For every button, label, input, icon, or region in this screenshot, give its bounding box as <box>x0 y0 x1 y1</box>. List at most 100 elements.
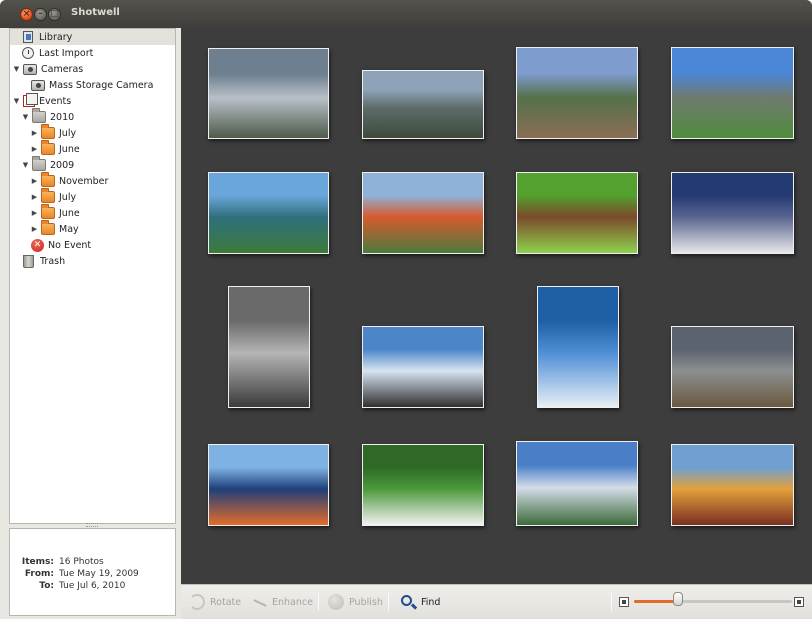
rotate-icon <box>189 594 205 610</box>
sidebar-item-library[interactable]: Library <box>10 29 175 45</box>
pane-resize-handle[interactable] <box>86 523 98 527</box>
find-label: Find <box>421 596 441 608</box>
expand-arrow-icon[interactable]: ▼ <box>12 97 21 105</box>
photo-thumbnail[interactable] <box>362 70 484 139</box>
photo-grid[interactable] <box>181 28 812 584</box>
folder-icon <box>41 220 55 235</box>
photo-thumbnail[interactable] <box>671 326 794 408</box>
library-icon <box>23 31 33 43</box>
info-from-key: From: <box>24 569 54 579</box>
expand-arrow-icon[interactable]: ▶ <box>30 129 39 137</box>
sidebar-item-label: No Event <box>48 239 92 251</box>
close-window-button[interactable]: × <box>20 8 33 21</box>
enhance-wand-icon <box>251 594 267 610</box>
folder-icon <box>41 172 55 187</box>
sidebar-item-2009[interactable]: ▼ 2009 <box>10 156 75 173</box>
sidebar-item-2010-june[interactable]: ▶ June <box>10 140 80 157</box>
photo-thumbnail[interactable] <box>208 172 329 254</box>
folder-icon <box>41 140 55 155</box>
info-to-value: Tue Jul 6, 2010 <box>59 581 126 591</box>
sidebar-item-label: June <box>59 143 80 155</box>
photo-thumbnail[interactable] <box>537 286 619 408</box>
sidebar-item-trash[interactable]: Trash <box>10 253 65 269</box>
expand-arrow-icon[interactable]: ▶ <box>30 145 39 153</box>
minimize-window-button[interactable]: – <box>34 8 47 21</box>
sidebar-item-label: 2009 <box>50 159 75 171</box>
photo-thumbnail[interactable] <box>516 172 638 254</box>
info-items-row: Items: 16 Photos <box>10 557 177 569</box>
sidebar-item-cameras[interactable]: ▼ Cameras <box>10 61 83 77</box>
publish-button[interactable]: Publish <box>328 592 383 612</box>
photo-thumbnail[interactable] <box>362 172 484 254</box>
photo-thumbnail[interactable] <box>362 326 484 408</box>
clock-icon <box>22 47 34 59</box>
photo-thumbnail[interactable] <box>671 47 794 139</box>
folder-icon <box>41 204 55 219</box>
expand-arrow-icon[interactable]: ▶ <box>30 209 39 217</box>
sidebar-item-label: May <box>59 223 79 235</box>
sidebar-item-no-event[interactable]: ✕ No Event <box>10 237 91 253</box>
publish-label: Publish <box>349 596 383 608</box>
folder-icon <box>32 108 46 123</box>
toolbar-separator <box>388 593 389 611</box>
sidebar-item-label: Library <box>39 31 73 43</box>
expand-arrow-icon[interactable]: ▶ <box>30 225 39 233</box>
rotate-label: Rotate <box>210 596 242 608</box>
photo-thumbnail[interactable] <box>208 444 329 526</box>
zoom-out-icon[interactable] <box>619 597 629 607</box>
expand-arrow-icon[interactable]: ▼ <box>21 113 30 121</box>
info-pane: Items: 16 Photos From: Tue May 19, 2009 … <box>9 528 176 616</box>
shotwell-window: × – □ Shotwell Library Last Import ▼ Cam… <box>0 0 812 619</box>
maximize-window-button[interactable]: □ <box>48 8 61 21</box>
expand-arrow-icon[interactable]: ▶ <box>30 193 39 201</box>
sidebar-item-last-import[interactable]: Last Import <box>10 45 93 61</box>
no-event-icon: ✕ <box>31 238 44 252</box>
search-icon <box>401 595 412 606</box>
camera-icon <box>31 79 45 91</box>
enhance-label: Enhance <box>272 596 313 608</box>
sidebar-item-events[interactable]: ▼ Events <box>10 93 71 109</box>
photo-thumbnail[interactable] <box>516 441 638 526</box>
expand-arrow-icon[interactable]: ▼ <box>12 65 21 73</box>
zoom-slider-knob[interactable] <box>673 592 683 606</box>
sidebar-item-2009-november[interactable]: ▶ November <box>10 172 108 189</box>
sidebar-item-label: Events <box>39 95 72 107</box>
sidebar-item-label: June <box>59 207 80 219</box>
info-items-key: Items: <box>21 557 54 567</box>
info-items-value: 16 Photos <box>59 557 104 567</box>
sidebar-item-label: July <box>59 127 77 139</box>
sidebar-item-mass-storage-camera[interactable]: Mass Storage Camera <box>10 77 153 93</box>
expand-arrow-icon[interactable]: ▼ <box>21 161 30 169</box>
folder-icon <box>41 188 55 203</box>
photo-thumbnail[interactable] <box>671 172 794 254</box>
sidebar-item-label: Cameras <box>41 63 84 75</box>
sidebar: Library Last Import ▼ Cameras Mass Stora… <box>9 28 176 524</box>
photo-thumbnail[interactable] <box>208 48 329 139</box>
find-button[interactable]: Find <box>401 592 440 612</box>
folder-icon <box>32 156 46 171</box>
photo-thumbnail[interactable] <box>671 444 794 526</box>
publish-globe-icon <box>328 594 344 610</box>
expand-arrow-icon[interactable]: ▶ <box>30 177 39 185</box>
info-from-value: Tue May 19, 2009 <box>59 569 139 579</box>
sidebar-item-label: July <box>59 191 77 203</box>
photo-thumbnail[interactable] <box>516 47 638 139</box>
photo-thumbnail[interactable] <box>362 444 484 526</box>
sidebar-item-2009-june[interactable]: ▶ June <box>10 204 80 221</box>
sidebar-item-label: Mass Storage Camera <box>49 79 154 91</box>
zoom-in-icon[interactable] <box>794 597 804 607</box>
zoom-slider[interactable] <box>634 600 792 603</box>
sidebar-item-label: Last Import <box>39 47 94 59</box>
sidebar-item-2010[interactable]: ▼ 2010 <box>10 108 74 125</box>
sidebar-item-2010-july[interactable]: ▶ July <box>10 124 77 141</box>
sidebar-item-2009-may[interactable]: ▶ May <box>10 220 79 237</box>
sidebar-item-2009-july[interactable]: ▶ July <box>10 188 77 205</box>
close-icon: × <box>22 9 31 19</box>
enhance-button[interactable]: Enhance <box>251 592 313 612</box>
folder-icon <box>41 124 55 139</box>
toolbar-separator <box>611 593 612 611</box>
sidebar-item-label: Trash <box>40 255 66 267</box>
photo-thumbnail[interactable] <box>228 286 310 408</box>
minimize-icon: – <box>38 9 43 19</box>
rotate-button[interactable]: Rotate <box>189 592 241 612</box>
